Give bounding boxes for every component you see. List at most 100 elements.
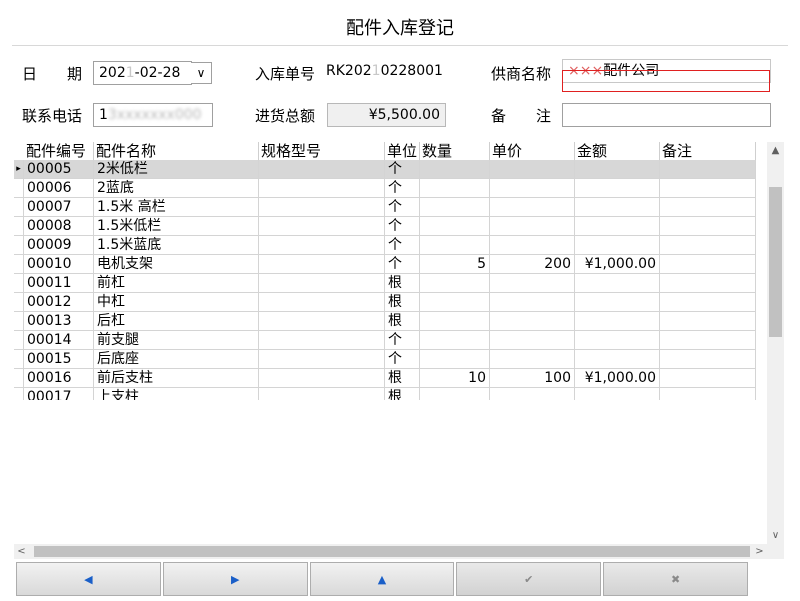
cell-price[interactable]: [490, 217, 575, 235]
cell-amount[interactable]: [575, 388, 660, 400]
cell-amount[interactable]: [575, 312, 660, 330]
cell-price[interactable]: [490, 293, 575, 311]
cell-code[interactable]: 00010: [24, 255, 94, 273]
cell-qty[interactable]: [420, 388, 490, 400]
cell-code[interactable]: 00005: [24, 160, 94, 178]
cell-spec[interactable]: [259, 274, 385, 292]
horizontal-scrollbar[interactable]: < >: [14, 544, 767, 559]
phone-field[interactable]: 13xxxxxxx000: [93, 103, 213, 127]
cell-unit[interactable]: 个: [385, 179, 420, 197]
cell-amount[interactable]: [575, 160, 660, 178]
cell-unit[interactable]: 个: [385, 160, 420, 178]
cell-remark[interactable]: [660, 293, 756, 311]
cell-qty[interactable]: [420, 198, 490, 216]
cell-code[interactable]: 00006: [24, 179, 94, 197]
cell-remark[interactable]: [660, 236, 756, 254]
table-row[interactable]: 00014 前支腿 个: [14, 331, 756, 350]
table-row[interactable]: 00010 电机支架 个 5 200 ¥1,000.00: [14, 255, 756, 274]
date-dropdown-button[interactable]: ∨: [191, 62, 212, 84]
cell-unit[interactable]: 根: [385, 274, 420, 292]
header-code[interactable]: 配件编号: [24, 142, 94, 160]
header-unit[interactable]: 单位: [385, 142, 420, 160]
cell-name[interactable]: 1.5米低栏: [94, 217, 259, 235]
cell-amount[interactable]: [575, 274, 660, 292]
cell-unit[interactable]: 个: [385, 198, 420, 216]
cell-unit[interactable]: 个: [385, 255, 420, 273]
cell-code[interactable]: 00016: [24, 369, 94, 387]
cell-price[interactable]: [490, 388, 575, 400]
cell-remark[interactable]: [660, 217, 756, 235]
cell-qty[interactable]: [420, 350, 490, 368]
cell-code[interactable]: 00012: [24, 293, 94, 311]
cell-name[interactable]: 前后支柱: [94, 369, 259, 387]
cell-name[interactable]: 1.5米蓝底: [94, 236, 259, 254]
cell-code[interactable]: 00017: [24, 388, 94, 400]
table-row[interactable]: ▸ 00005 2米低栏 个: [14, 160, 756, 179]
table-row[interactable]: 00013 后杠 根: [14, 312, 756, 331]
cell-name[interactable]: 2米低栏: [94, 160, 259, 178]
cell-qty[interactable]: [420, 160, 490, 178]
cell-code[interactable]: 00014: [24, 331, 94, 349]
cell-price[interactable]: [490, 331, 575, 349]
cell-amount[interactable]: [575, 217, 660, 235]
cell-qty[interactable]: 10: [420, 369, 490, 387]
cell-spec[interactable]: [259, 217, 385, 235]
cell-name[interactable]: 电机支架: [94, 255, 259, 273]
header-spec[interactable]: 规格型号: [259, 142, 385, 160]
cell-name[interactable]: 上支柱: [94, 388, 259, 400]
cell-spec[interactable]: [259, 331, 385, 349]
cell-name[interactable]: 前支腿: [94, 331, 259, 349]
cell-unit[interactable]: 个: [385, 236, 420, 254]
table-row[interactable]: 00006 2蓝底 个: [14, 179, 756, 198]
cell-amount[interactable]: ¥1,000.00: [575, 255, 660, 273]
cell-remark[interactable]: [660, 369, 756, 387]
vertical-scroll-thumb[interactable]: [769, 187, 782, 337]
cell-price[interactable]: [490, 350, 575, 368]
cell-code[interactable]: 00007: [24, 198, 94, 216]
header-price[interactable]: 单价: [490, 142, 575, 160]
table-row[interactable]: 00015 后底座 个: [14, 350, 756, 369]
prev-button[interactable]: ◀: [16, 562, 161, 596]
horizontal-scroll-thumb[interactable]: [34, 546, 750, 557]
cell-spec[interactable]: [259, 198, 385, 216]
scroll-down-icon[interactable]: ∨: [767, 527, 784, 544]
cell-remark[interactable]: [660, 312, 756, 330]
scroll-right-icon[interactable]: >: [752, 544, 767, 559]
cell-name[interactable]: 后底座: [94, 350, 259, 368]
cell-code[interactable]: 00015: [24, 350, 94, 368]
header-qty[interactable]: 数量: [420, 142, 490, 160]
cell-amount[interactable]: [575, 179, 660, 197]
cell-qty[interactable]: [420, 274, 490, 292]
cell-unit[interactable]: 个: [385, 217, 420, 235]
cell-name[interactable]: 前杠: [94, 274, 259, 292]
cell-spec[interactable]: [259, 236, 385, 254]
header-amount[interactable]: 金额: [575, 142, 660, 160]
cell-spec[interactable]: [259, 293, 385, 311]
cell-qty[interactable]: [420, 331, 490, 349]
parts-grid[interactable]: 配件编号 配件名称 规格型号 单位 数量 单价 金额 备注 ▸ 00005 2米低栏…: [14, 142, 756, 400]
cancel-button[interactable]: ✖: [603, 562, 748, 596]
table-row[interactable]: 00009 1.5米蓝底 个: [14, 236, 756, 255]
up-button[interactable]: ▲: [309, 562, 455, 596]
cell-price[interactable]: 100: [490, 369, 575, 387]
cell-price[interactable]: [490, 236, 575, 254]
cell-remark[interactable]: [660, 198, 756, 216]
cell-unit[interactable]: 根: [385, 293, 420, 311]
cell-unit[interactable]: 根: [385, 369, 420, 387]
cell-price[interactable]: [490, 312, 575, 330]
cell-name[interactable]: 1.5米 高栏: [94, 198, 259, 216]
remarks-field[interactable]: [562, 103, 771, 127]
cell-remark[interactable]: [660, 179, 756, 197]
cell-unit[interactable]: 根: [385, 388, 420, 400]
cell-remark[interactable]: [660, 160, 756, 178]
cell-spec[interactable]: [259, 369, 385, 387]
cell-qty[interactable]: [420, 312, 490, 330]
cell-qty[interactable]: [420, 293, 490, 311]
cell-code[interactable]: 00008: [24, 217, 94, 235]
cell-remark[interactable]: [660, 350, 756, 368]
cell-spec[interactable]: [259, 388, 385, 400]
cell-price[interactable]: [490, 179, 575, 197]
cell-price[interactable]: 200: [490, 255, 575, 273]
cell-remark[interactable]: [660, 331, 756, 349]
cell-code[interactable]: 00009: [24, 236, 94, 254]
